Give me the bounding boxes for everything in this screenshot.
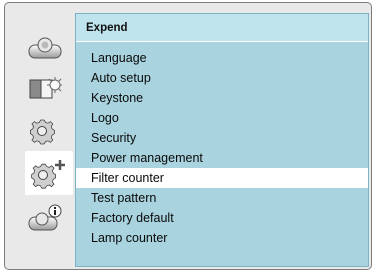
- expand-icon: [31, 160, 65, 189]
- menu-window: Expend Language Auto setup Keystone Logo…: [4, 2, 372, 270]
- sidebar-item-expand[interactable]: [25, 151, 73, 195]
- menu-list: Language Auto setup Keystone Logo Securi…: [76, 48, 368, 248]
- setting-icon: [30, 119, 55, 145]
- menu-item-factory-default[interactable]: Factory default: [76, 208, 368, 228]
- sidebar-item-setting[interactable]: [19, 111, 71, 151]
- menu-item-language[interactable]: Language: [76, 48, 368, 68]
- menu-item-keystone[interactable]: Keystone: [76, 88, 368, 108]
- sidebar-item-display[interactable]: [19, 27, 71, 67]
- sidebar-item-image-adjust[interactable]: [19, 69, 71, 109]
- info-icon: [28, 204, 62, 231]
- sidebar: [19, 19, 73, 259]
- sidebar-item-info[interactable]: [19, 199, 71, 239]
- menu-item-power-management[interactable]: Power management: [76, 148, 368, 168]
- menu-item-filter-counter[interactable]: Filter counter: [76, 168, 368, 188]
- display-icon: [28, 37, 62, 59]
- menu-item-logo[interactable]: Logo: [76, 108, 368, 128]
- menu-item-test-pattern[interactable]: Test pattern: [76, 188, 368, 208]
- menu-item-auto-setup[interactable]: Auto setup: [76, 68, 368, 88]
- panel-title: Expend: [76, 14, 368, 42]
- expend-panel: Expend Language Auto setup Keystone Logo…: [75, 13, 369, 267]
- menu-item-lamp-counter[interactable]: Lamp counter: [76, 228, 368, 248]
- image-adjust-icon: [29, 77, 62, 99]
- menu-item-security[interactable]: Security: [76, 128, 368, 148]
